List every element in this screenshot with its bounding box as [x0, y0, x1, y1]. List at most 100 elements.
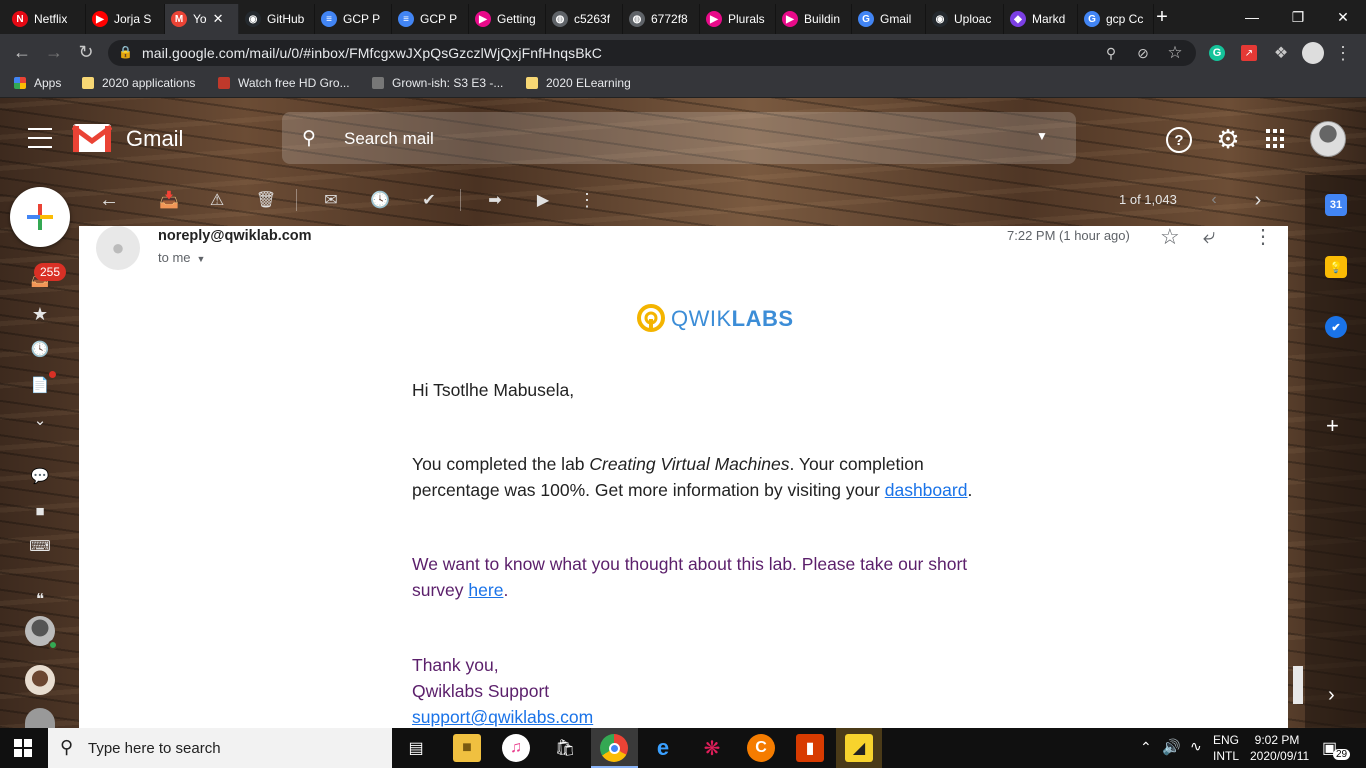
windows-start-icon[interactable] [14, 739, 32, 757]
details-dropdown-icon[interactable]: ▼ [197, 254, 206, 264]
restore-icon[interactable]: ❐ [1275, 0, 1321, 34]
task-view-icon[interactable]: ▤ [402, 734, 430, 762]
chrome-menu-icon[interactable]: ⋮ [1330, 40, 1356, 66]
browser-tab[interactable]: ▶ Plurals [700, 4, 776, 34]
tray-overflow-icon[interactable]: ⌃ [1140, 739, 1152, 756]
network-icon[interactable]: ∿ [1190, 738, 1202, 755]
older-icon[interactable]: › [1247, 189, 1269, 211]
label-icon[interactable]: ▶ [532, 190, 554, 210]
browser-tab[interactable]: G Gmail [852, 4, 926, 34]
bookmark-item[interactable]: Watch free HD Gro... [218, 76, 350, 90]
sender-avatar-icon[interactable]: ● [96, 226, 140, 270]
taskbar-search-icon[interactable]: ⚲ [60, 737, 73, 758]
chat-icon[interactable]: 💬 [28, 465, 52, 487]
sticky-notes-icon[interactable]: ◢ [845, 734, 873, 762]
google-apps-icon[interactable] [1266, 129, 1286, 149]
grammarly-icon[interactable]: G [1209, 45, 1225, 61]
search-icon[interactable]: ⚲ [302, 127, 316, 150]
settings-gear-icon[interactable]: ⚙ [1214, 124, 1242, 154]
file-explorer-icon[interactable]: ■ [453, 734, 481, 762]
hangouts-icon[interactable]: ❝ [28, 588, 52, 610]
back-arrow-icon[interactable]: ← [8, 38, 36, 66]
recipient-line[interactable]: to me ▼ [158, 250, 205, 265]
close-window-icon[interactable]: ✕ [1320, 0, 1366, 34]
extensions-puzzle-icon[interactable]: ❖ [1268, 40, 1294, 66]
slack-icon[interactable]: ❋ [698, 734, 726, 762]
more-options-icon[interactable]: ⋮ [576, 190, 598, 210]
chrome-icon[interactable] [600, 734, 628, 762]
calendar-icon[interactable]: 31 [1325, 194, 1347, 216]
profile-avatar[interactable] [1302, 42, 1324, 64]
gmail-logo-icon[interactable] [71, 123, 113, 153]
support-email-link[interactable]: support@qwiklabs.com [412, 704, 593, 728]
zoom-icon[interactable]: ⚲ [1098, 40, 1124, 66]
main-menu-icon[interactable] [28, 128, 52, 148]
bookmark-item[interactable]: 2020 applications [82, 76, 195, 90]
browser-tab[interactable]: N Netflix [6, 4, 86, 34]
browser-tab[interactable]: ◆ Markd [1004, 4, 1078, 34]
bookmark-star-icon[interactable]: ☆ [1162, 40, 1188, 66]
office-icon[interactable]: ▮ [796, 734, 824, 762]
expand-panel-icon[interactable]: › [1328, 684, 1335, 707]
tracking-blocked-icon[interactable]: ⊘ [1130, 40, 1156, 66]
minimize-icon[interactable]: — [1229, 0, 1275, 34]
app-c-icon[interactable]: C [747, 734, 775, 762]
meet-video-icon[interactable]: ■ [28, 500, 52, 522]
starred-icon[interactable]: ★ [28, 303, 52, 325]
extension-red-icon[interactable]: ↗ [1241, 45, 1257, 61]
browser-tab[interactable]: M Yo ✕ [165, 4, 239, 34]
browser-tab[interactable]: ◉ GitHub [239, 4, 315, 34]
back-to-inbox-icon[interactable]: ← [98, 189, 120, 211]
language-indicator[interactable]: ENG INTL [1213, 733, 1239, 763]
mark-unread-icon[interactable]: ✉ [320, 190, 342, 210]
browser-tab[interactable]: ◍ c5263f [546, 4, 623, 34]
url-text[interactable]: mail.google.com/mail/u/0/#inbox/FMfcgxwJ… [142, 45, 602, 61]
bookmark-item[interactable]: Grown-ish: S3 E3 -... [372, 76, 503, 90]
get-addons-icon[interactable]: + [1326, 413, 1339, 439]
help-icon[interactable]: ? [1166, 127, 1192, 153]
search-options-dropdown-icon[interactable]: ▼ [1036, 129, 1048, 143]
itunes-icon[interactable]: ♫ [502, 734, 530, 762]
browser-tab[interactable]: ▶ Buildin [776, 4, 852, 34]
reply-icon[interactable]: ⤶ [1203, 226, 1215, 249]
keyboard-icon[interactable]: ⌨ [28, 535, 52, 557]
lock-icon[interactable]: 🔒 [118, 45, 133, 59]
gmail-logo-text[interactable]: Gmail [126, 126, 183, 152]
dashboard-link[interactable]: dashboard [885, 480, 968, 500]
survey-link[interactable]: here [468, 580, 503, 600]
snoozed-icon[interactable]: 🕓 [28, 338, 52, 360]
star-icon[interactable]: ☆ [1160, 226, 1180, 250]
sender-email[interactable]: noreply@qwiklab.com [158, 228, 312, 244]
reload-icon[interactable]: ↻ [72, 38, 100, 66]
browser-tab[interactable]: ▶ Jorja S [86, 4, 165, 34]
browser-tab[interactable]: ≡ GCP P [315, 4, 392, 34]
tab-close-icon[interactable]: ✕ [213, 11, 224, 27]
browser-tab[interactable]: Ggcp Cc [1078, 4, 1154, 34]
browser-tab[interactable]: ▶ Getting [469, 4, 546, 34]
taskbar-search-placeholder[interactable]: Type here to search [88, 740, 221, 757]
account-avatar[interactable] [1310, 121, 1346, 157]
delete-icon[interactable]: 🗑 [255, 190, 277, 210]
compose-button[interactable] [10, 187, 70, 247]
search-input[interactable]: Search mail [344, 129, 434, 149]
more-chevron-icon[interactable]: ⌄ [28, 409, 52, 431]
bookmark-item[interactable]: Apps [14, 76, 61, 90]
snooze-icon[interactable]: 🕓 [369, 190, 391, 210]
report-spam-icon[interactable]: ⚠ [206, 190, 228, 210]
browser-tab[interactable]: ◉ Uploac [926, 4, 1004, 34]
archive-icon[interactable]: 📥 [158, 190, 180, 210]
keep-icon[interactable]: 💡 [1325, 256, 1347, 278]
clock[interactable]: 9:02 PM 2020/09/11 [1250, 733, 1309, 763]
drafts-icon[interactable]: 📄 [28, 374, 52, 396]
newer-icon[interactable]: ‹ [1203, 190, 1225, 210]
scrollbar-thumb[interactable] [1293, 666, 1303, 704]
volume-icon[interactable]: 🔊 [1162, 738, 1181, 756]
tasks-icon[interactable]: ✔ [1325, 316, 1347, 338]
new-tab-button[interactable]: + [1148, 5, 1176, 29]
store-icon[interactable]: 🛍 [551, 734, 579, 762]
forward-arrow-icon[interactable]: → [40, 38, 68, 66]
internet-explorer-icon[interactable]: e [649, 734, 677, 762]
browser-tab[interactable]: ◍ 6772f8 [623, 4, 700, 34]
message-more-icon[interactable]: ⋮ [1253, 226, 1273, 249]
contact-avatar-2[interactable] [25, 665, 55, 695]
